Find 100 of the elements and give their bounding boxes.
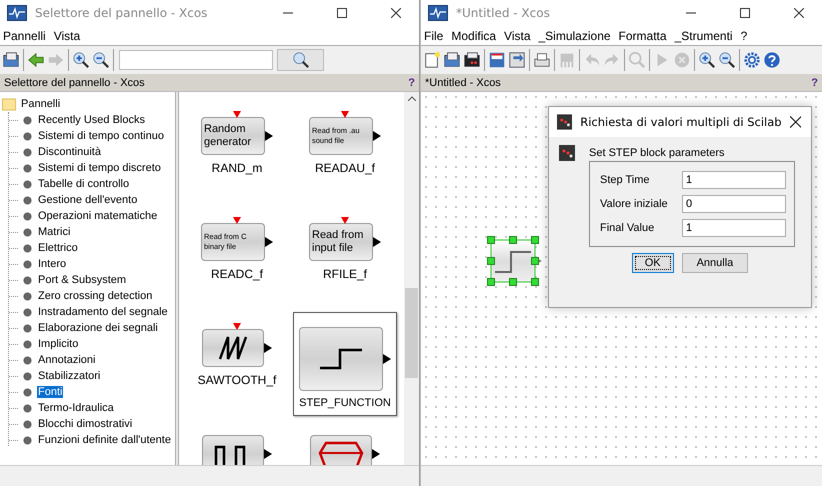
tree-item[interactable]: Matrici [37,226,72,238]
parameter-field[interactable]: 0 [682,195,786,213]
tree-item[interactable]: Fonti [37,386,64,398]
menu-item[interactable]: Pannelli [3,28,46,42]
open-scilab-icon[interactable] [463,51,481,69]
ok-button[interactable]: OK [632,253,674,273]
close-icon[interactable] [391,8,401,18]
panel-title: Selettore del pannello - Xcos [4,76,145,88]
tree-item[interactable]: Port & Subsystem [37,274,128,286]
tree-item[interactable]: Elaborazione dei segnali [37,322,159,334]
scilab-icon [559,145,575,161]
step-block[interactable] [487,236,543,286]
scroll-thumb[interactable] [405,288,418,378]
hexagon-drawing [316,439,366,465]
palette-block[interactable]: Random generator RAND_m [183,100,291,204]
bullet-icon [23,116,32,124]
window-title: Selettore del pannello - Xcos [35,6,208,20]
open-icon[interactable] [2,51,20,69]
bullet-icon [23,388,32,396]
bullet-icon [23,180,32,188]
zoom-in-icon[interactable] [698,51,716,69]
open-icon[interactable] [443,51,461,69]
palette-block[interactable]: Read from input file RFILE_f [291,206,399,310]
folder-icon [2,97,16,111]
field-label: Final Value [600,222,654,234]
zoom-in-icon[interactable] [72,51,90,69]
print-icon[interactable] [533,51,551,69]
menu-item[interactable]: Vista [504,28,530,42]
back-icon[interactable] [27,51,45,69]
close-icon[interactable] [794,8,804,18]
block-text: Read from input file [312,229,364,255]
bullet-icon [23,164,32,172]
tree-item[interactable]: Zero crossing detection [37,290,154,302]
bullet-icon [23,324,32,332]
block-text: Random generator [204,123,252,149]
settings-icon[interactable] [743,51,761,69]
zoom-out-icon[interactable] [718,51,736,69]
bullet-icon [23,244,32,252]
tree-item[interactable]: Tabelle di controllo [37,178,130,190]
tree-item[interactable]: Sistemi di tempo discreto [37,162,162,174]
bullet-icon [23,260,32,268]
block-name: RFILE_f [322,267,367,281]
menu-item[interactable]: _Simulazione [538,28,611,42]
dialog-heading: Set STEP block parameters [589,147,725,159]
zoom-out-icon[interactable] [92,51,110,69]
parameter-field[interactable]: 1 [682,219,786,237]
tree-item[interactable]: Funzioni definite dall'utente [37,434,172,446]
search-field[interactable] [119,50,273,70]
bullet-icon [23,372,32,380]
maximize-icon[interactable] [337,8,347,18]
tree-item[interactable]: Discontinuità [37,146,102,158]
bullet-icon [23,276,32,284]
tree-item[interactable]: Recently Used Blocks [37,114,146,126]
block-name: READC_f [210,267,263,281]
parameter-field[interactable]: 1 [682,171,786,189]
menu-item[interactable]: _Strumenti [674,28,733,42]
tree-item[interactable]: Operazioni matematiche [37,210,158,222]
app-icon [7,5,27,21]
help-link[interactable]: ? [811,76,818,88]
bullet-icon [23,356,32,364]
tree-item[interactable]: Pannelli [20,98,62,110]
tree-item[interactable]: Blocchi dimostrativi [37,418,134,430]
bullet-icon [23,132,32,140]
palette-block[interactable]: SAWTOOTH_f [183,312,291,416]
tree-item[interactable]: Gestione dell'evento [37,194,138,206]
menu-item[interactable]: Vista [54,28,80,42]
tree-item[interactable]: Implicito [37,338,80,350]
search-button[interactable] [277,49,324,71]
save-icon[interactable] [488,51,506,69]
scrollbar[interactable] [404,92,419,465]
window-title: *Untitled - Xcos [456,6,550,20]
bullet-icon [23,436,32,444]
scilab-icon [557,114,572,130]
maximize-icon[interactable] [740,8,750,18]
tree-item[interactable]: Stabilizzatori [37,370,102,382]
menu-item[interactable]: File [424,28,444,42]
tree-item[interactable]: Termo-Idraulica [37,402,115,414]
close-icon[interactable] [790,116,801,128]
bullet-icon [23,404,32,412]
help-link[interactable]: ? [408,76,415,88]
cancel-button[interactable]: Annulla [682,253,748,273]
menu-item[interactable]: ? [740,28,748,42]
new-icon[interactable] [423,51,441,69]
tree-item[interactable]: Intero [37,258,68,270]
app-icon [428,5,448,21]
bullet-icon [23,212,32,220]
block-name: READAU_f [314,161,376,175]
tree-item[interactable]: Annotazioni [37,354,96,366]
help-icon[interactable] [763,51,781,69]
bullet-icon [23,420,32,428]
field-label: Step Time [600,174,650,186]
tree-item[interactable]: Elettrico [37,242,79,254]
save-as-icon[interactable] [508,51,526,69]
tree-item[interactable]: Sistemi di tempo continuo [37,130,165,142]
menu-item[interactable]: Formatta [618,28,667,42]
scroll-up-icon[interactable] [408,96,416,101]
menu-item[interactable]: Modifica [451,28,496,42]
block-name: STEP_FUNCTION [299,397,391,409]
tree-item[interactable]: Instradamento del segnale [37,306,169,318]
palette-block[interactable]: STEP_FUNCTION [293,312,397,416]
